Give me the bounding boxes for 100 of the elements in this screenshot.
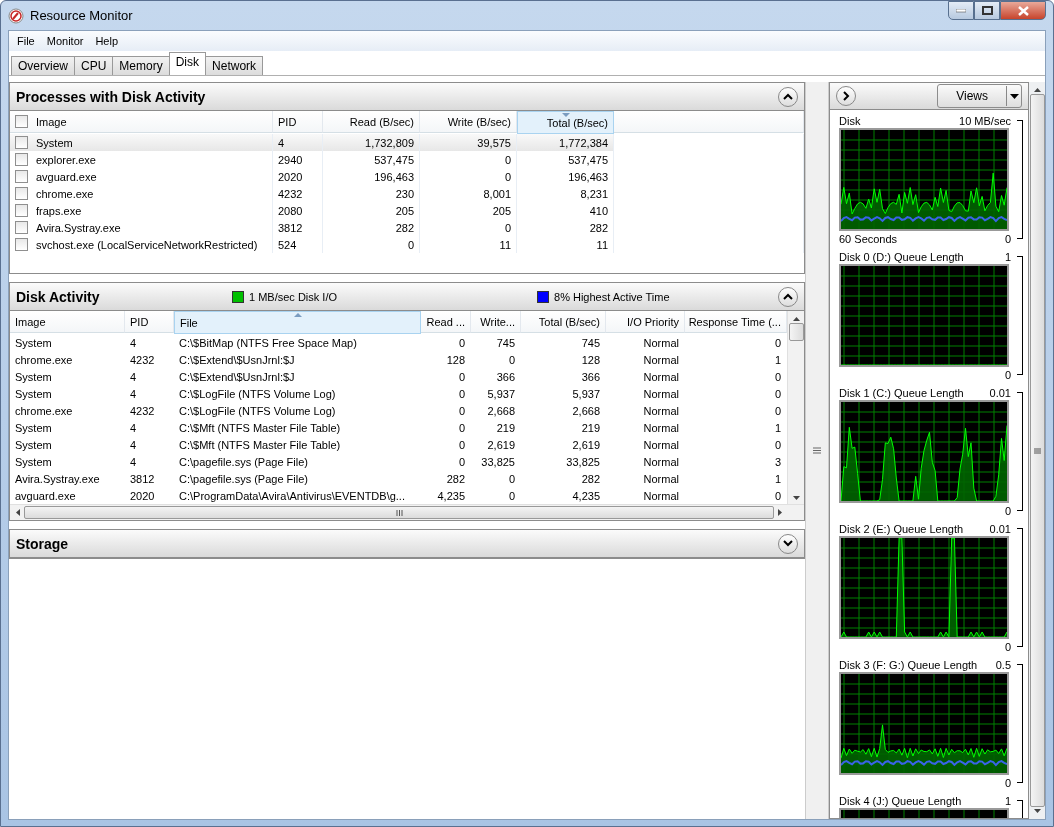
table-cell-text: 2,668 [571, 403, 601, 419]
table-cell-text: 2,619 [486, 437, 516, 453]
collapse-button[interactable] [778, 286, 798, 307]
checkbox[interactable] [15, 170, 28, 183]
table-cell-text: 0 [457, 420, 466, 436]
column-header[interactable]: Write (B/sec) [420, 111, 517, 133]
grip-icon[interactable] [1033, 447, 1041, 454]
column-header[interactable]: Total (B/sec) [521, 311, 606, 333]
legend-label: 1 MB/sec Disk I/O [249, 290, 338, 303]
column-header[interactable]: Read (B/sec) [323, 111, 420, 133]
graph-title: Disk [839, 114, 861, 127]
vertical-scrollbar[interactable] [787, 311, 804, 504]
table-cell: 8,001 [420, 185, 517, 202]
table-cell-text: System [14, 420, 53, 436]
column-header[interactable]: I/O Priority [606, 311, 685, 333]
checkbox[interactable] [15, 238, 28, 251]
column-header[interactable]: Read ... [421, 311, 471, 333]
column-header[interactable]: PID [125, 311, 174, 333]
caret-icon [1009, 93, 1019, 99]
table-cell-text: System [14, 335, 53, 351]
close-button[interactable] [1000, 1, 1046, 20]
graph-max-label: 10 MB/sec [959, 114, 1011, 127]
table-cell-text: 0 [457, 437, 466, 453]
table-cell-text: 4 [129, 335, 138, 351]
scroll-down-icon[interactable] [792, 496, 800, 500]
maximize-button[interactable] [974, 1, 1000, 20]
table-cell: chrome.exe [10, 185, 273, 202]
tab[interactable]: CPU [74, 56, 114, 75]
table-cell: 0 [420, 168, 517, 185]
table-cell: svchost.exe (LocalServiceNetworkRestricted) [10, 236, 273, 253]
column-header[interactable]: Image [10, 311, 125, 333]
chevron-icon [783, 540, 793, 547]
table-cell-text: 2020 [129, 488, 156, 504]
column-header[interactable]: Image [10, 111, 273, 133]
table-cell-text: C:\$Extend\$UsnJrnl:$J [178, 369, 296, 385]
checkbox[interactable] [15, 115, 28, 128]
scroll-right-icon[interactable] [778, 509, 782, 516]
table-cell-text: 366 [580, 369, 601, 385]
menu-item[interactable]: Monitor [40, 35, 90, 47]
splitter-handle[interactable] [805, 82, 829, 819]
minimize-button[interactable] [948, 1, 974, 20]
expand-button[interactable] [778, 533, 798, 554]
tab[interactable]: Memory [112, 56, 170, 75]
checkbox[interactable] [15, 187, 28, 200]
column-header[interactable]: File [174, 311, 421, 334]
table-cell-text: Normal [642, 369, 680, 385]
table-cell: 524 [273, 236, 323, 253]
table-cell-text: 4 [129, 420, 138, 436]
views-button[interactable]: Views [937, 84, 1022, 108]
table-cell-text: 745 [580, 335, 601, 351]
menu-item[interactable]: File [11, 35, 41, 47]
table-cell-text: 0 [507, 471, 516, 487]
table-cell: 4232 [273, 185, 323, 202]
table-cell-text: 3812 [129, 471, 156, 487]
checkbox[interactable] [15, 136, 28, 149]
graph-max-label: 0.01 [989, 386, 1011, 399]
table-cell: fraps.exe [10, 202, 273, 219]
checkbox[interactable] [15, 153, 28, 166]
scroll-thumb[interactable] [24, 506, 774, 519]
column-header[interactable]: PID [273, 111, 323, 133]
table-cell-text: 33,825 [480, 454, 516, 470]
tab[interactable]: Overview [11, 56, 75, 75]
table-cell-text: Normal [642, 437, 680, 453]
collapse-button[interactable] [836, 86, 856, 106]
scroll-left-icon[interactable] [16, 509, 20, 516]
table-cell-text: 219 [580, 420, 601, 436]
table-cell-text: C:\$LogFile (NTFS Volume Log) [178, 403, 337, 419]
horizontal-scrollbar[interactable] [10, 504, 804, 520]
checkbox[interactable] [15, 221, 28, 234]
table-cell-text: System [14, 454, 53, 470]
table-cell: 537,475 [517, 151, 614, 168]
grip-icon[interactable] [395, 509, 403, 516]
graph-min-label: 0 [1004, 368, 1011, 381]
table-cell-text: 745 [495, 335, 516, 351]
graph-title: Disk 4 (J:) Queue Length [839, 794, 962, 807]
table-cell: 39,575 [420, 134, 517, 151]
table-cell-text: 1 [773, 420, 782, 436]
checkbox[interactable] [15, 204, 28, 217]
chevron-icon [842, 91, 850, 101]
table-cell-text: System [14, 437, 53, 453]
table-cell-text: 128 [580, 352, 601, 368]
table-cell: 230 [323, 185, 420, 202]
table-cell-text: 4232 [129, 352, 156, 368]
scroll-thumb[interactable] [788, 323, 804, 341]
table-cell: 205 [323, 202, 420, 219]
column-header[interactable]: Total (B/sec) [517, 111, 614, 134]
table-cell: 0 [323, 236, 420, 253]
column-header[interactable]: Write... [471, 311, 521, 333]
table-cell-text: C:\$Mft (NTFS Master File Table) [178, 437, 342, 453]
tab[interactable]: Network [205, 56, 264, 75]
scroll-up-icon[interactable] [1033, 88, 1041, 92]
column-header[interactable]: Response Time (... [685, 311, 787, 333]
scroll-up-icon[interactable] [792, 317, 800, 321]
scroll-down-icon[interactable] [1033, 809, 1041, 813]
menu-item[interactable]: Help [89, 35, 125, 47]
collapse-button[interactable] [778, 86, 798, 107]
table-cell-text: 4 [129, 437, 138, 453]
panel-title: Disk Activity [16, 288, 101, 305]
table-cell-text: 1 [773, 352, 782, 368]
table-cell-text: C:\$LogFile (NTFS Volume Log) [178, 386, 337, 402]
